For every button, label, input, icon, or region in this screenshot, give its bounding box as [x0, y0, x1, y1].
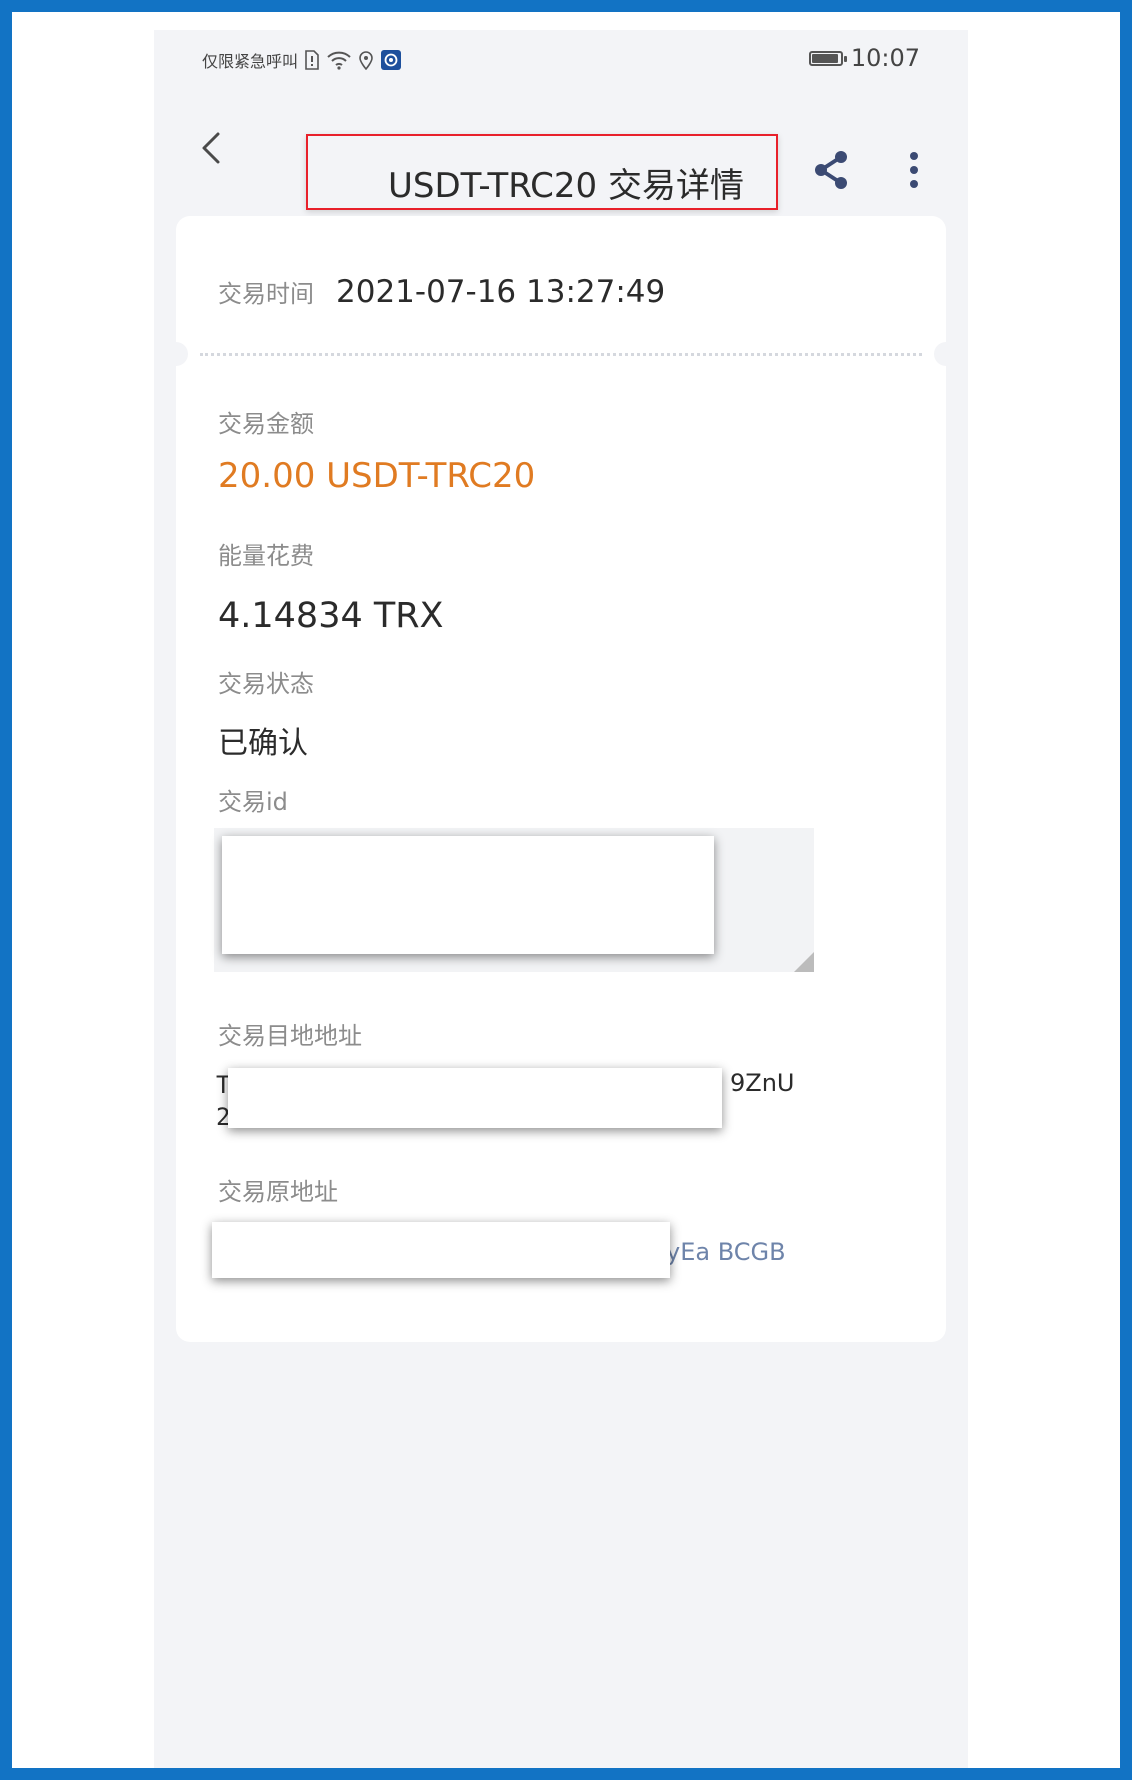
amount-label: 交易金额: [218, 410, 314, 438]
chevron-left-icon: [202, 132, 220, 164]
more-vertical-icon: [910, 152, 918, 188]
card-notch-left: [164, 342, 188, 366]
status-left: 仅限紧急呼叫: [202, 48, 402, 72]
card-notch-right: [934, 342, 958, 366]
back-button[interactable]: [188, 125, 234, 171]
battery-icon: [808, 50, 847, 66]
status-bar: 仅限紧急呼叫 10:07: [154, 30, 968, 90]
phone-screen: 仅限紧急呼叫 10:07 USDT-TRC20 交易详情 交易时间 2021-0…: [154, 30, 968, 1768]
title-highlight-box: USDT-TRC20 交易详情: [306, 134, 778, 210]
dotted-divider: [200, 353, 922, 356]
share-button[interactable]: [806, 145, 856, 195]
fee-label: 能量花费: [218, 542, 314, 570]
destination-address-suffix[interactable]: 9ZnU: [730, 1069, 795, 1097]
source-address-label: 交易原地址: [218, 1178, 338, 1206]
page-title: USDT-TRC20 交易详情: [388, 166, 744, 206]
destination-address-label: 交易目地地址: [218, 1022, 362, 1050]
location-icon: [358, 50, 374, 70]
more-options-button[interactable]: [894, 145, 934, 195]
app-header: USDT-TRC20 交易详情: [154, 105, 968, 210]
fee-value: 4.14834 TRX: [218, 596, 444, 636]
wifi-icon: [326, 50, 352, 70]
clock: 10:07: [850, 44, 920, 72]
status-label: 交易状态: [218, 670, 314, 698]
source-address-suffix[interactable]: yEa BCGB: [666, 1238, 786, 1266]
transaction-time-label: 交易时间: [218, 280, 314, 308]
transaction-detail-card: 交易时间 2021-07-16 13:27:49 交易金额 20.00 USDT…: [164, 216, 958, 1342]
transaction-id-label: 交易id: [218, 788, 288, 816]
carrier-text: 仅限紧急呼叫: [202, 52, 299, 71]
app-notification-icon: [380, 49, 402, 71]
transaction-time-row: 交易时间 2021-07-16 13:27:49: [218, 274, 665, 310]
status-value: 已确认: [218, 726, 308, 761]
share-icon: [815, 151, 847, 189]
amount-value: 20.00 USDT-TRC20: [218, 456, 536, 496]
status-right: 10:07: [808, 44, 920, 72]
resize-handle[interactable]: [794, 952, 814, 972]
redaction-mask-destination: [228, 1068, 722, 1128]
transaction-time-value: 2021-07-16 13:27:49: [336, 274, 666, 310]
redaction-mask-id: [222, 836, 714, 954]
no-sim-icon: [304, 50, 320, 70]
redaction-mask-source: [212, 1222, 670, 1278]
